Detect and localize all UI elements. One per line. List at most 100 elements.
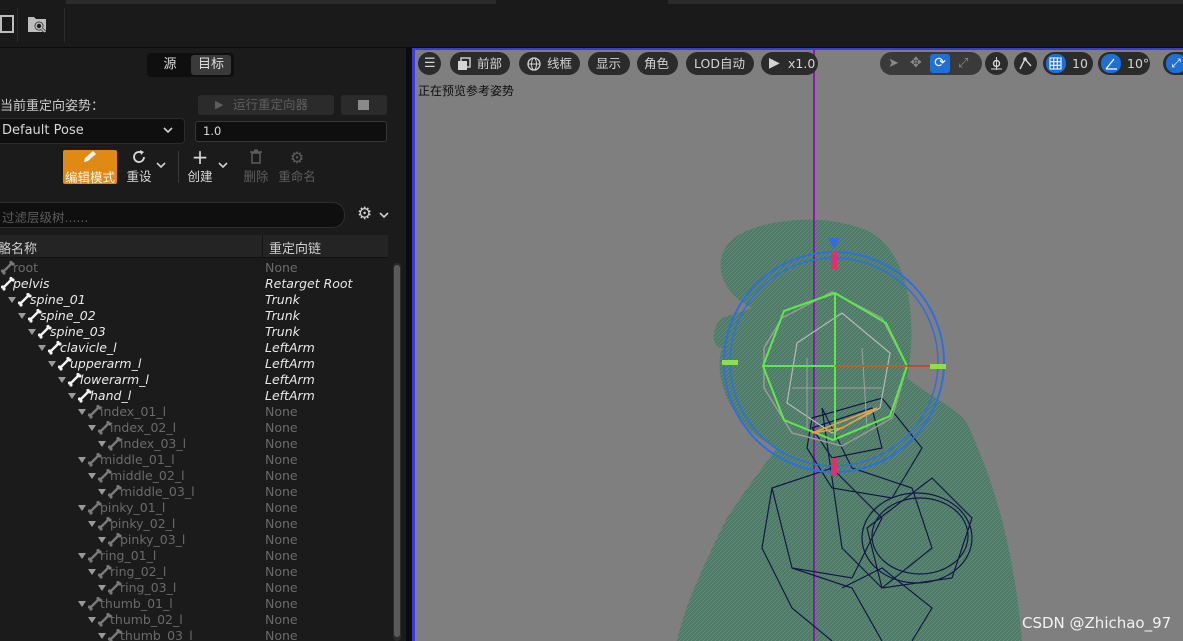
bone-row[interactable]: index_03_l None — [0, 436, 390, 452]
snap-surface-button[interactable] — [1014, 52, 1037, 75]
expand-arrow-icon[interactable] — [88, 569, 96, 575]
character-button[interactable]: 角色 — [637, 52, 678, 75]
retarget-chain-value[interactable]: Trunk — [265, 292, 300, 307]
viewport-menu-button[interactable]: ☰ — [418, 52, 441, 75]
chevron-down-icon[interactable] — [156, 162, 166, 169]
find-in-folder-icon[interactable] — [27, 13, 49, 35]
retarget-chain-value[interactable]: LeftArm — [265, 388, 315, 403]
expand-arrow-icon[interactable] — [78, 601, 86, 607]
select-cursor-icon[interactable]: ➤ — [888, 52, 899, 75]
expand-arrow-icon[interactable] — [98, 585, 106, 591]
wireframe-button[interactable]: 线框 — [519, 52, 580, 75]
retarget-chain-value[interactable]: None — [265, 404, 298, 419]
bone-row[interactable]: index_02_l None — [0, 420, 390, 436]
expand-arrow-icon[interactable] — [88, 425, 96, 431]
expand-arrow-icon[interactable] — [68, 393, 76, 399]
window-icon[interactable] — [0, 13, 22, 35]
retarget-chain-value[interactable]: None — [265, 612, 298, 627]
bone-row[interactable]: lowerarm_l LeftArm — [0, 372, 390, 388]
retarget-chain-value[interactable]: None — [265, 452, 298, 467]
retarget-chain-value[interactable]: None — [265, 564, 298, 579]
reset-button[interactable]: 重设 — [122, 149, 156, 185]
retarget-chain-value[interactable]: LeftArm — [265, 372, 315, 387]
expand-arrow-icon[interactable] — [58, 377, 66, 383]
expand-arrow-icon[interactable] — [8, 297, 16, 303]
settings-gear-icon[interactable]: ⚙ — [357, 204, 372, 224]
retarget-chain-value[interactable]: None — [265, 468, 298, 483]
retarget-chain-value[interactable]: None — [265, 484, 298, 499]
expand-arrow-icon[interactable] — [48, 361, 56, 367]
retarget-chain-value[interactable]: None — [265, 516, 298, 531]
scale-icon[interactable]: ⤢ — [958, 52, 968, 75]
expand-arrow-icon[interactable] — [28, 329, 36, 335]
scrollbar-thumb[interactable] — [394, 265, 400, 637]
retarget-chain-value[interactable]: Trunk — [265, 324, 300, 339]
bone-row[interactable]: middle_02_l None — [0, 468, 390, 484]
show-button[interactable]: 显示 — [588, 52, 630, 75]
retarget-chain-value[interactable]: None — [265, 500, 298, 515]
delete-button[interactable]: 删除 — [241, 149, 271, 185]
column-bone-name[interactable]: 骼名称 — [0, 238, 37, 257]
run-retargeter-button[interactable]: ▶ 运行重定向器 — [198, 95, 334, 115]
tab-source[interactable]: 源 — [150, 55, 190, 75]
translate-icon[interactable]: ✥ — [910, 52, 922, 75]
bone-row[interactable]: thumb_03_l None — [0, 628, 390, 641]
edit-mode-button[interactable]: 编辑模式 — [63, 150, 117, 185]
create-button[interactable]: + 创建 — [184, 147, 216, 185]
column-retarget-chain[interactable]: 重定向链 — [269, 238, 321, 257]
bone-row[interactable]: ring_03_l None — [0, 580, 390, 596]
retarget-chain-value[interactable]: LeftArm — [265, 356, 315, 371]
bone-row[interactable]: clavicle_l LeftArm — [0, 340, 390, 356]
bone-row[interactable]: thumb_01_l None — [0, 596, 390, 612]
tab-target[interactable]: 目标 — [191, 55, 231, 75]
hierarchy-scrollbar[interactable] — [393, 263, 401, 641]
bone-row[interactable]: upperarm_l LeftArm — [0, 356, 390, 372]
lod-button[interactable]: LOD自动 — [686, 52, 754, 75]
expand-arrow-icon[interactable] — [18, 313, 26, 319]
expand-arrow-icon[interactable] — [78, 553, 86, 559]
bone-row[interactable]: pinky_01_l None — [0, 500, 390, 516]
retarget-chain-value[interactable]: Trunk — [265, 308, 300, 323]
bone-row[interactable]: spine_02 Trunk — [0, 308, 390, 324]
retarget-chain-value[interactable]: None — [265, 628, 298, 641]
retarget-chain-value[interactable]: None — [265, 580, 298, 595]
chevron-down-icon[interactable] — [218, 162, 228, 169]
expand-arrow-icon[interactable] — [98, 633, 106, 639]
playback-speed-button[interactable]: ▶ x1.0 — [761, 52, 818, 75]
bone-row[interactable]: pinky_02_l None — [0, 516, 390, 532]
expand-arrow-icon[interactable] — [78, 457, 86, 463]
rotate-icon[interactable]: ⟳ — [930, 54, 950, 73]
expand-arrow-icon[interactable] — [78, 505, 86, 511]
expand-arrow-icon[interactable] — [88, 473, 96, 479]
expand-arrow-icon[interactable] — [98, 537, 106, 543]
grid-snap-button[interactable]: 10 — [1043, 52, 1093, 75]
viewport[interactable]: ☰ 前部 线框 显示 角色 LOD自动 ▶ x1.0 ➤ ✥ ⟳ ⤢ 10 10… — [412, 48, 1183, 641]
coordinate-space-button[interactable] — [985, 52, 1008, 75]
bone-row[interactable]: index_01_l None — [0, 404, 390, 420]
expand-arrow-icon[interactable] — [98, 441, 106, 447]
retarget-chain-value[interactable]: None — [265, 596, 298, 611]
bone-row[interactable]: pelvis Retarget Root — [0, 276, 390, 292]
expand-arrow-icon[interactable] — [78, 409, 86, 415]
bone-row[interactable]: ring_02_l None — [0, 564, 390, 580]
expand-arrow-icon[interactable] — [88, 617, 96, 623]
angle-snap-button[interactable]: 10° — [1098, 52, 1150, 75]
expand-arrow-icon[interactable] — [38, 345, 46, 351]
retarget-chain-value[interactable]: None — [265, 436, 298, 451]
bone-row[interactable]: middle_03_l None — [0, 484, 390, 500]
bone-row[interactable]: root None — [0, 260, 390, 276]
stop-button[interactable] — [341, 95, 387, 115]
bone-row[interactable]: thumb_02_l None — [0, 612, 390, 628]
retarget-chain-value[interactable]: Retarget Root — [265, 276, 352, 291]
maximize-viewport-button[interactable]: ⤢ — [1163, 52, 1183, 75]
retarget-chain-value[interactable]: None — [265, 532, 298, 547]
retarget-chain-value[interactable]: None — [265, 420, 298, 435]
bone-row[interactable]: hand_l LeftArm — [0, 388, 390, 404]
retarget-chain-value[interactable]: LeftArm — [265, 340, 315, 355]
expand-arrow-icon[interactable] — [98, 489, 106, 495]
retarget-chain-value[interactable]: None — [265, 260, 298, 275]
bone-row[interactable]: spine_01 Trunk — [0, 292, 390, 308]
rename-button[interactable]: ⚙ 重命名 — [276, 149, 318, 185]
bone-row[interactable]: spine_03 Trunk — [0, 324, 390, 340]
bone-row[interactable]: pinky_03_l None — [0, 532, 390, 548]
